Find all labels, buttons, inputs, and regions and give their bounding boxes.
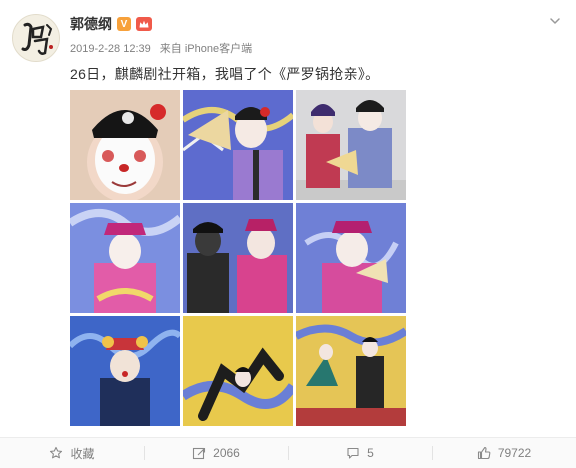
chevron-down-icon[interactable] [548,14,562,28]
photo-5[interactable] [183,203,293,313]
photo-3[interactable] [296,90,406,200]
photo-9[interactable] [296,316,406,426]
comment-button[interactable]: 5 [288,438,432,468]
avatar[interactable] [12,14,60,62]
user-name[interactable]: 郭德纲 [70,14,112,34]
star-icon [49,446,63,460]
post-text: 26日，麒麟剧社开箱，我唱了个《严罗锅抢亲》。 [70,66,380,82]
comment-count: 5 [367,446,374,460]
post-source[interactable]: iPhone客户端 [185,43,252,55]
weibo-post-card: 郭德纲 V 2019-2-28 12:39 来自 iPhone客户端 26日，麒… [0,0,576,468]
like-count: 79722 [497,446,532,460]
post-meta: 2019-2-28 12:39 来自 iPhone客户端 [70,40,252,56]
photo-7[interactable] [70,316,180,426]
photo-2[interactable] [183,90,293,200]
repost-button[interactable]: 2066 [144,438,288,468]
verified-badge[interactable]: V [117,17,131,31]
post-time[interactable]: 2019-2-28 12:39 [70,43,151,55]
like-button[interactable]: 79722 [432,438,576,468]
photo-4[interactable] [70,203,180,313]
thumbs-up-icon [477,446,491,460]
action-bar: 收藏 2066 5 79722 [0,437,576,468]
calligraphy-logo-icon [21,22,53,55]
repost-count: 2066 [213,446,240,460]
photo-8[interactable] [183,316,293,426]
photo-1[interactable] [70,90,180,200]
photo-6[interactable] [296,203,406,313]
favorite-button[interactable]: 收藏 [0,438,144,468]
favorite-label: 收藏 [70,446,95,461]
photo-grid [70,90,406,426]
vip-crown-icon[interactable] [136,17,152,31]
name-row: 郭德纲 V [70,14,152,34]
source-prefix: 来自 [159,43,182,55]
comment-icon [346,446,360,460]
repost-icon [192,446,206,460]
